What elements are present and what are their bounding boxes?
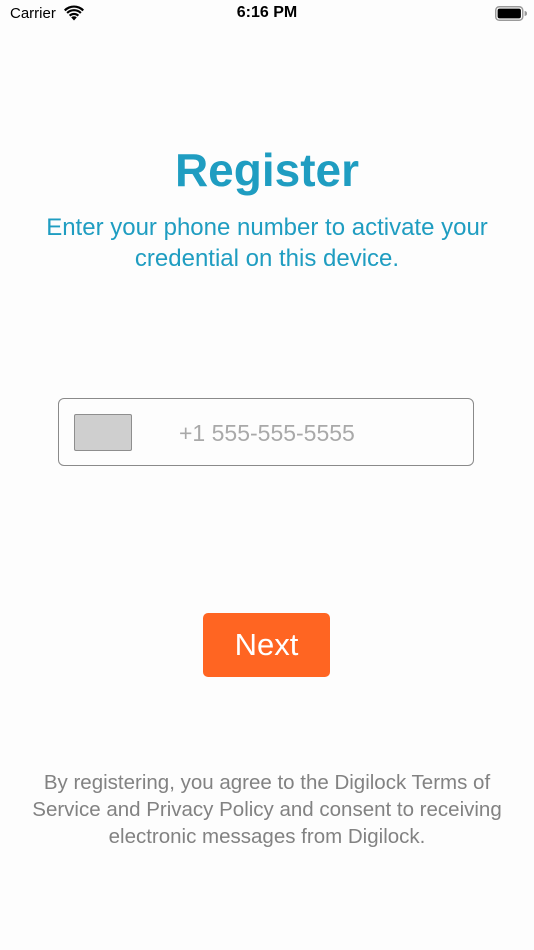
battery-icon (495, 6, 527, 21)
phone-number-input[interactable] (179, 411, 459, 455)
country-flag-icon[interactable] (74, 414, 132, 451)
clock: 6:16 PM (236, 4, 298, 21)
page-title: Register (174, 144, 360, 196)
status-bar: Carrier 6:16 PM (0, 0, 534, 30)
phone-number-field[interactable] (58, 398, 474, 466)
page-subtitle: Enter your phone number to activate your… (46, 214, 488, 272)
next-button[interactable]: Next (203, 613, 330, 677)
terms-notice: By registering, you agree to the Digiloc… (32, 771, 502, 848)
